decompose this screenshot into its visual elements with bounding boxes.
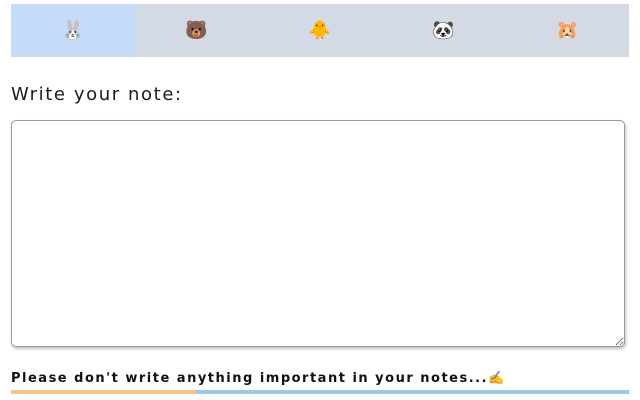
progress-bar	[11, 390, 629, 394]
tab-bear-icon[interactable]: 🐻	[134, 4, 259, 57]
tab-chick-icon[interactable]: 🐥	[258, 4, 382, 57]
progress-bar-fill	[11, 390, 197, 394]
animal-tab-bar: 🐰 🐻 🐥 🐼 🐹	[11, 4, 629, 57]
note-label: Write your note:	[11, 84, 183, 105]
tab-rabbit-icon[interactable]: 🐰	[11, 4, 135, 57]
warning-text: Please don't write anything important in…	[11, 371, 506, 386]
note-textarea[interactable]	[11, 120, 625, 347]
tab-panda-icon[interactable]: 🐼	[381, 4, 506, 57]
tab-hamster-icon[interactable]: 🐹	[505, 4, 629, 57]
